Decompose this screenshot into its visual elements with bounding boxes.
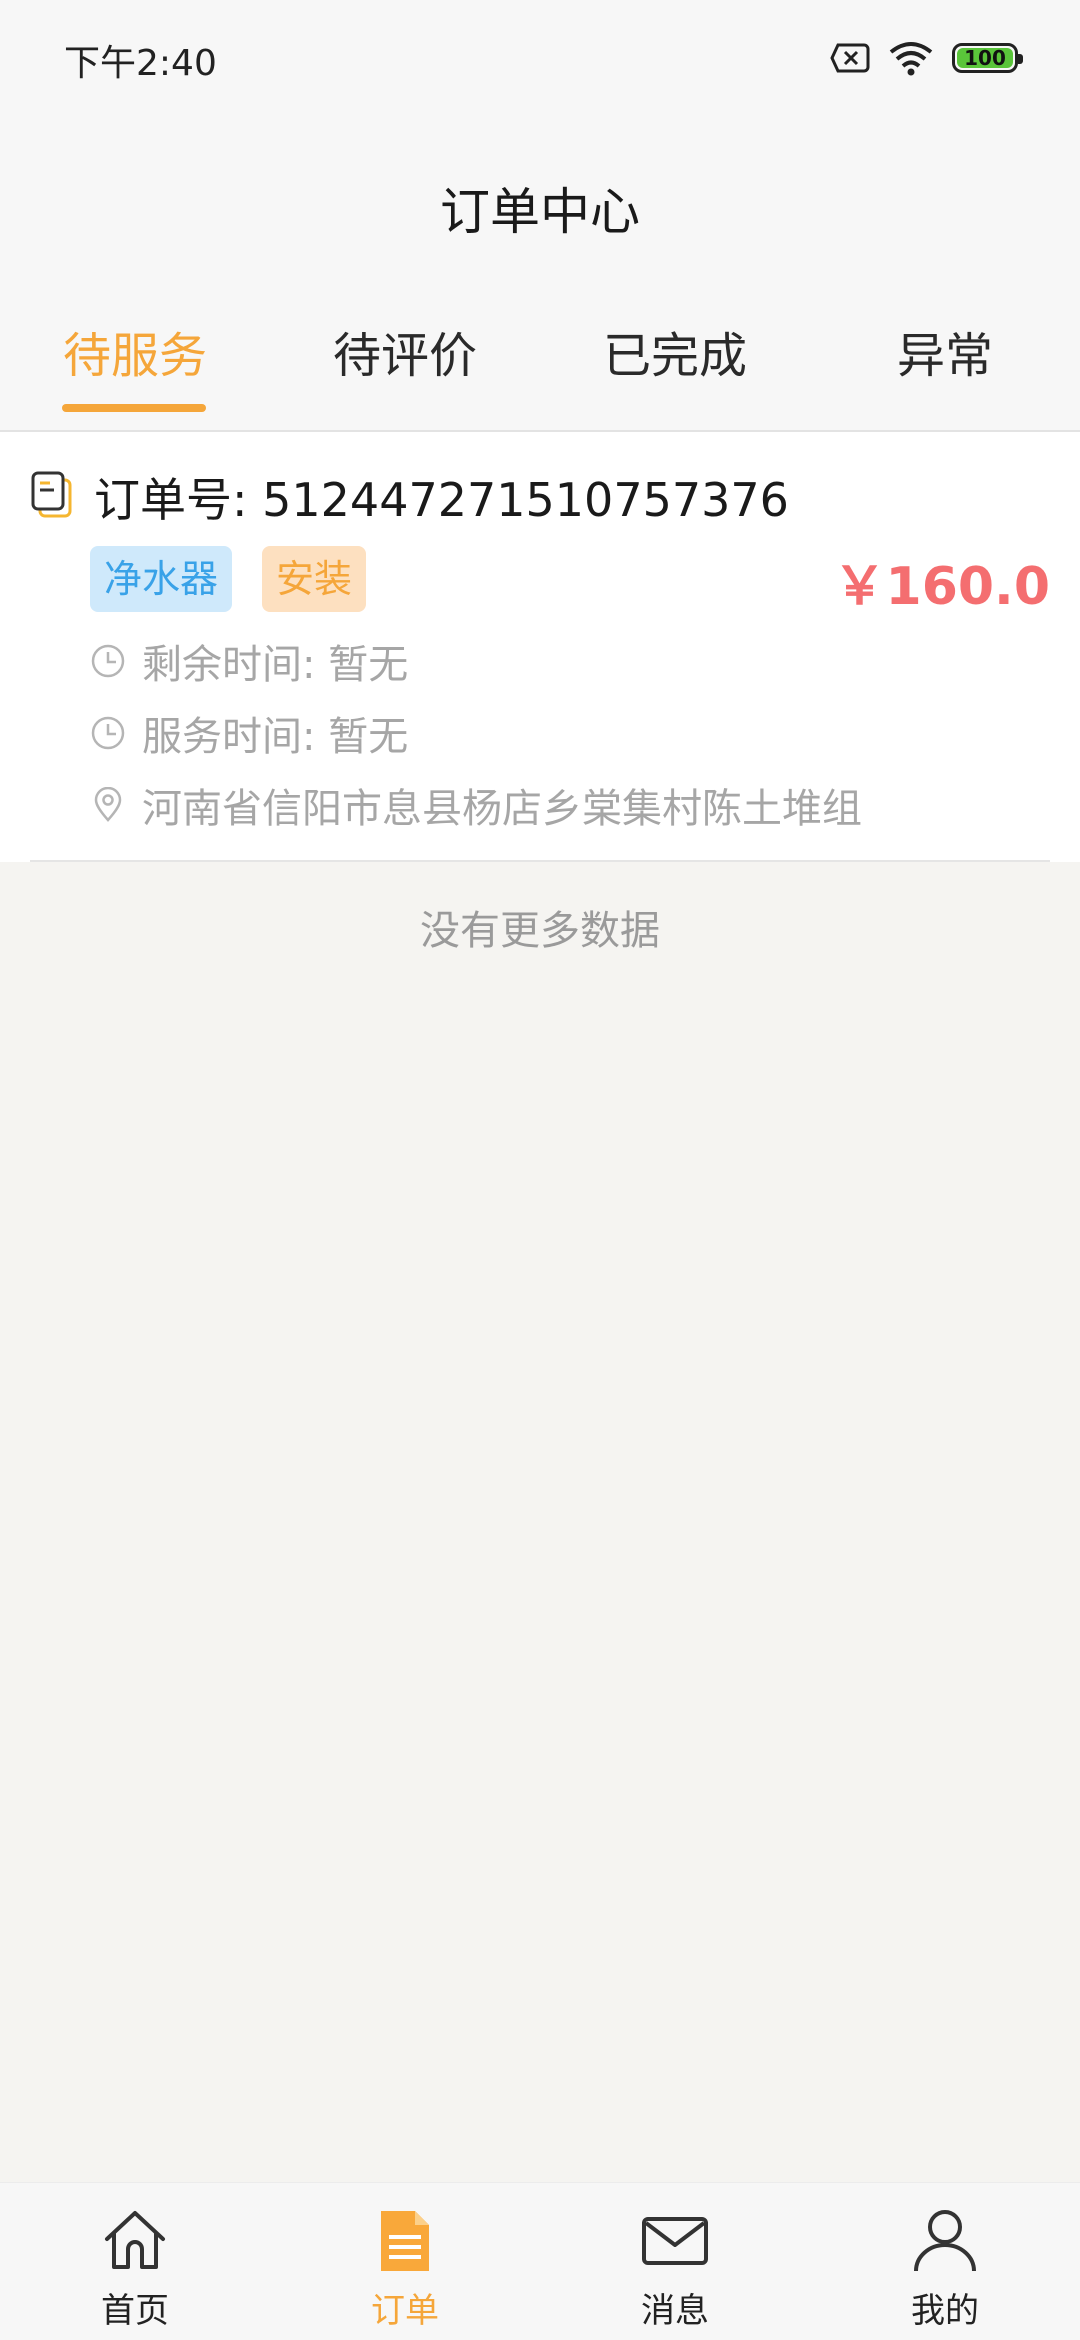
nav-orders-label: 订单 [371,2291,439,2331]
clock-icon [91,644,125,678]
order-doc-icon [381,2211,429,2271]
product-tag: 净水器 [90,546,233,612]
divider [30,860,1050,862]
remaining-time-row: 剩余时间: 暂无 [90,632,408,690]
remaining-time-text: 剩余时间: 暂无 [142,642,409,688]
order-status-tabs: 待服务 待评价 已完成 异常 [0,290,1080,432]
nav-profile-label: 我的 [911,2291,979,2331]
battery-icon: 100 [952,43,1023,73]
location-pin-icon [94,787,122,822]
bottom-navigation: 首页 订单 消息 我的 [0,2182,1080,2340]
active-tab-indicator [62,404,206,412]
order-card[interactable]: 订单号: 512447271510757376 净水器 安装 ￥160.0 剩余… [0,432,1080,862]
user-icon [914,2210,976,2272]
nav-orders[interactable]: 订单 [270,2183,540,2340]
order-number-label: 订单号: [94,473,248,527]
service-time-text: 服务时间: 暂无 [142,714,409,760]
wifi-icon [889,42,933,76]
nav-home-label: 首页 [101,2291,169,2331]
tab-completed[interactable]: 已完成 [540,290,810,430]
nav-messages[interactable]: 消息 [540,2183,810,2340]
order-price: ￥160.0 [833,557,1050,617]
nav-profile[interactable]: 我的 [810,2183,1080,2340]
order-number: 订单号: 512447271510757376 [94,464,789,530]
battery-level: 100 [964,46,1006,70]
app-root: 下午2:40 100 订单中心 待服务 待评价 已完成 异常 订单号: 5124… [0,0,1080,2340]
nav-messages-label: 消息 [641,2291,709,2331]
sim-off-icon [830,43,870,73]
status-bar: 下午2:40 100 [0,0,1080,120]
order-doc-icon [31,471,72,518]
address-text: 河南省信阳市息县杨店乡棠集村陈土堆组 [142,786,862,832]
clock-icon [91,716,125,750]
tab-exception[interactable]: 异常 [810,290,1080,430]
status-time: 下午2:40 [64,43,217,84]
address-row: 河南省信阳市息县杨店乡棠集村陈土堆组 [90,776,862,834]
home-icon [105,2211,165,2269]
status-icons: 100 [830,38,1023,78]
mail-icon [642,2217,708,2265]
header: 订单中心 [0,120,1080,290]
order-number-value: 512447271510757376 [262,473,789,527]
tab-pending-review[interactable]: 待评价 [270,290,540,430]
list-end-message: 没有更多数据 [420,908,660,954]
service-type-tag: 安装 [262,546,367,612]
nav-home[interactable]: 首页 [0,2183,270,2340]
page-title: 订单中心 [440,183,640,241]
service-time-row: 服务时间: 暂无 [90,704,408,762]
